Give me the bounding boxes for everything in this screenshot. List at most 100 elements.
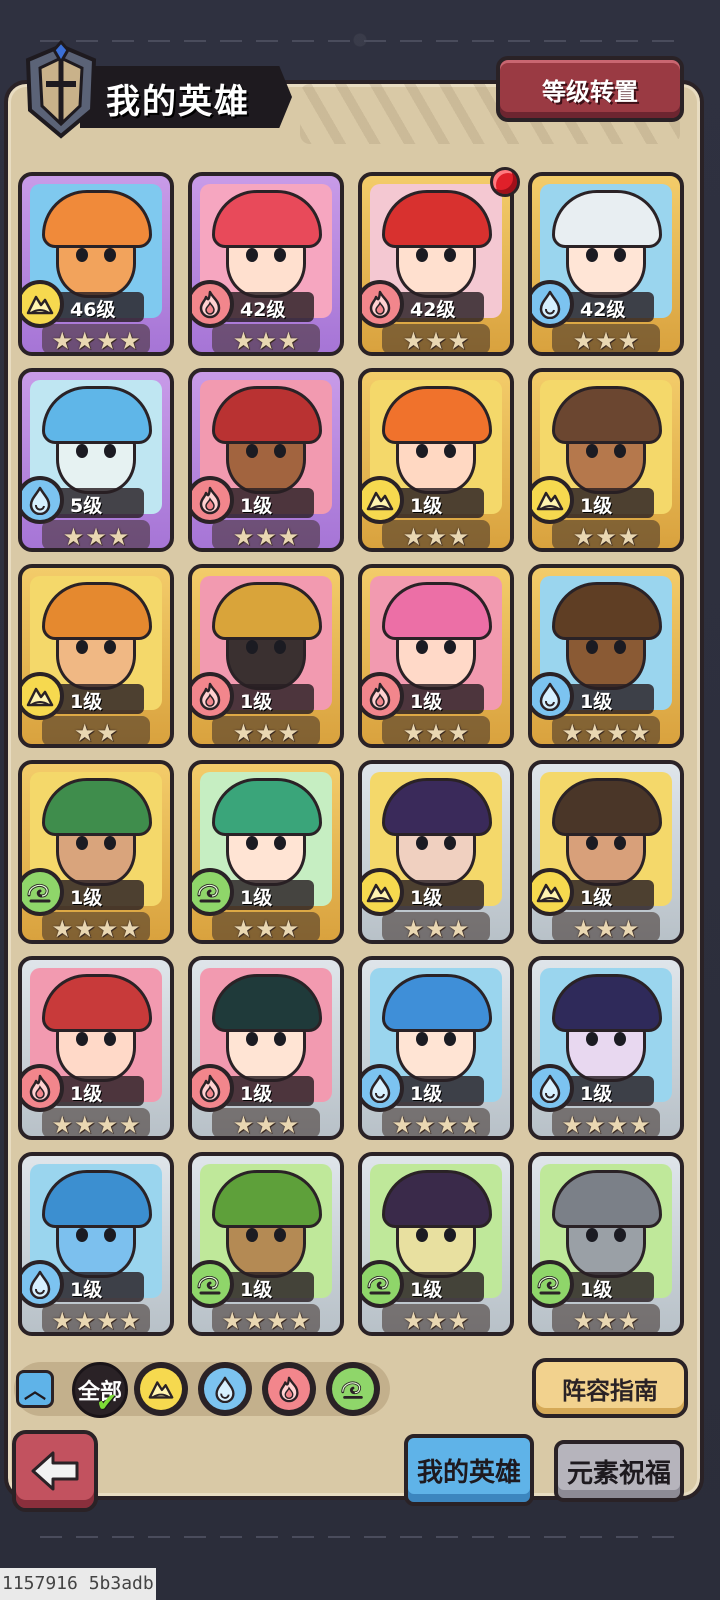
hero-card[interactable]: 42级 ★ ★ ★ bbox=[528, 172, 684, 356]
hero-card[interactable]: 1级 ★ ★ ★ bbox=[528, 760, 684, 944]
star-icon: ★ bbox=[402, 523, 425, 551]
hero-hair bbox=[552, 386, 662, 444]
star-icon: ★ bbox=[232, 719, 255, 747]
filter-water-button[interactable] bbox=[198, 1362, 252, 1416]
star-icon: ★ bbox=[447, 915, 470, 943]
hero-card[interactable]: 1级 ★ ★ ★ ★ bbox=[18, 956, 174, 1140]
filter-fire-button[interactable] bbox=[262, 1362, 316, 1416]
star-icon: ★ bbox=[561, 719, 583, 747]
hero-card[interactable]: 1级 ★ ★ ★ bbox=[358, 1152, 514, 1336]
star-rating: ★ ★ ★ bbox=[192, 1110, 340, 1136]
star-icon: ★ bbox=[277, 719, 300, 747]
star-rating: ★ ★ ★ bbox=[192, 326, 340, 355]
hero-card[interactable]: 1级 ★ ★ bbox=[18, 564, 174, 748]
hero-eye bbox=[76, 640, 88, 654]
earth-element-icon bbox=[362, 868, 404, 916]
star-icon: ★ bbox=[277, 523, 300, 551]
hero-card[interactable]: 1级 ★ ★ ★ ★ bbox=[528, 564, 684, 748]
hero-card[interactable]: 1级 ★ ★ ★ ★ bbox=[528, 956, 684, 1140]
star-icon: ★ bbox=[96, 327, 119, 355]
hero-hair bbox=[212, 1170, 322, 1228]
level-reset-button[interactable]: 等级转置 bbox=[496, 56, 684, 122]
star-icon: ★ bbox=[425, 327, 447, 355]
hero-card[interactable]: 42级 ★ ★ ★ bbox=[358, 172, 514, 356]
star-icon: ★ bbox=[85, 523, 107, 551]
hero-card[interactable]: 1级 ★ ★ ★ bbox=[358, 760, 514, 944]
hero-eye bbox=[416, 444, 428, 458]
hero-level: 1级 bbox=[410, 691, 443, 713]
hero-card[interactable]: 1级 ★ ★ ★ bbox=[528, 1152, 684, 1336]
hero-card[interactable]: 1级 ★ ★ ★ bbox=[188, 564, 344, 748]
hero-level: 1级 bbox=[580, 495, 613, 517]
star-icon: ★ bbox=[51, 327, 73, 355]
star-icon: ★ bbox=[447, 523, 470, 551]
star-icon: ★ bbox=[572, 327, 595, 355]
hero-card[interactable]: 1级 ★ ★ ★ ★ bbox=[188, 1152, 344, 1336]
hero-card[interactable]: 1级 ★ ★ ★ bbox=[188, 956, 344, 1140]
hero-level: 46级 bbox=[70, 299, 116, 321]
star-rating: ★ ★ ★ ★ bbox=[362, 1110, 510, 1139]
hero-card[interactable]: 1级 ★ ★ ★ bbox=[188, 760, 344, 944]
star-icon: ★ bbox=[595, 327, 617, 355]
star-icon: ★ bbox=[436, 1111, 459, 1139]
hero-card[interactable]: 1级 ★ ★ ★ bbox=[358, 564, 514, 748]
water-element-icon bbox=[204, 1368, 246, 1410]
star-icon: ★ bbox=[255, 719, 277, 747]
lineup-guide-label: 阵容指南 bbox=[562, 1376, 658, 1405]
helmet-icon bbox=[25, 40, 97, 139]
star-rating: ★ ★ ★ ★ bbox=[22, 1110, 170, 1136]
fire-element-icon bbox=[192, 672, 234, 720]
star-icon: ★ bbox=[277, 327, 300, 355]
chevron-up-icon[interactable]: ︿ bbox=[16, 1370, 54, 1408]
hero-hair bbox=[212, 778, 322, 836]
star-icon: ★ bbox=[277, 915, 300, 943]
star-icon: ★ bbox=[572, 523, 595, 551]
hero-card[interactable]: 1级 ★ ★ ★ ★ bbox=[358, 956, 514, 1140]
back-button[interactable] bbox=[12, 1430, 98, 1512]
hero-card[interactable]: 1级 ★ ★ ★ bbox=[528, 368, 684, 552]
star-icon: ★ bbox=[595, 915, 617, 943]
star-rating: ★ ★ ★ bbox=[362, 522, 510, 551]
star-icon: ★ bbox=[402, 915, 425, 943]
star-icon: ★ bbox=[606, 1111, 629, 1139]
hero-card[interactable]: 46级 ★ ★ ★ ★ bbox=[18, 172, 174, 356]
star-icon: ★ bbox=[425, 523, 447, 551]
star-rating: ★ ★ ★ ★ bbox=[22, 326, 170, 355]
hero-card[interactable]: 42级 ★ ★ ★ bbox=[188, 172, 344, 356]
star-rating: ★ ★ ★ bbox=[532, 522, 680, 551]
filter-wind-button[interactable] bbox=[326, 1362, 380, 1416]
hero-hair bbox=[552, 190, 662, 248]
star-icon: ★ bbox=[96, 719, 119, 747]
hero-eye bbox=[416, 836, 428, 850]
star-icon: ★ bbox=[402, 719, 425, 747]
hero-hair bbox=[212, 386, 322, 444]
hero-hair bbox=[552, 582, 662, 640]
filter-earth-button[interactable] bbox=[134, 1362, 188, 1416]
hero-hair bbox=[212, 582, 322, 640]
hero-hair bbox=[382, 974, 492, 1032]
star-icon: ★ bbox=[96, 1307, 119, 1335]
hero-card[interactable]: 1级 ★ ★ ★ ★ bbox=[18, 1152, 174, 1336]
tab-element-blessing[interactable]: 元素祝福 bbox=[554, 1440, 684, 1502]
hero-eye bbox=[416, 248, 428, 262]
hero-card[interactable]: 1级 ★ ★ ★ ★ bbox=[18, 760, 174, 944]
lineup-guide-button[interactable]: 阵容指南 bbox=[532, 1358, 688, 1418]
tab-my-heroes[interactable]: 我的英雄 bbox=[404, 1434, 534, 1506]
hero-level: 1级 bbox=[410, 887, 443, 909]
hero-card[interactable]: 1级 ★ ★ ★ bbox=[358, 368, 514, 552]
hero-hair bbox=[42, 778, 152, 836]
star-icon: ★ bbox=[289, 1307, 311, 1335]
hero-level: 1级 bbox=[410, 1279, 443, 1301]
water-element-icon bbox=[532, 672, 574, 720]
hero-eye bbox=[76, 836, 88, 850]
hero-card[interactable]: 1级 ★ ★ ★ bbox=[188, 368, 344, 552]
earth-element-icon bbox=[22, 280, 64, 328]
hero-eye bbox=[614, 836, 626, 850]
debug-id-text: 1157916 5b3adb bbox=[0, 1568, 156, 1600]
hero-hair bbox=[382, 386, 492, 444]
star-icon: ★ bbox=[255, 915, 277, 943]
star-icon: ★ bbox=[459, 1111, 481, 1139]
earth-element-icon bbox=[362, 476, 404, 524]
top-divider bbox=[40, 40, 680, 42]
hero-card[interactable]: 5级 ★ ★ ★ bbox=[18, 368, 174, 552]
